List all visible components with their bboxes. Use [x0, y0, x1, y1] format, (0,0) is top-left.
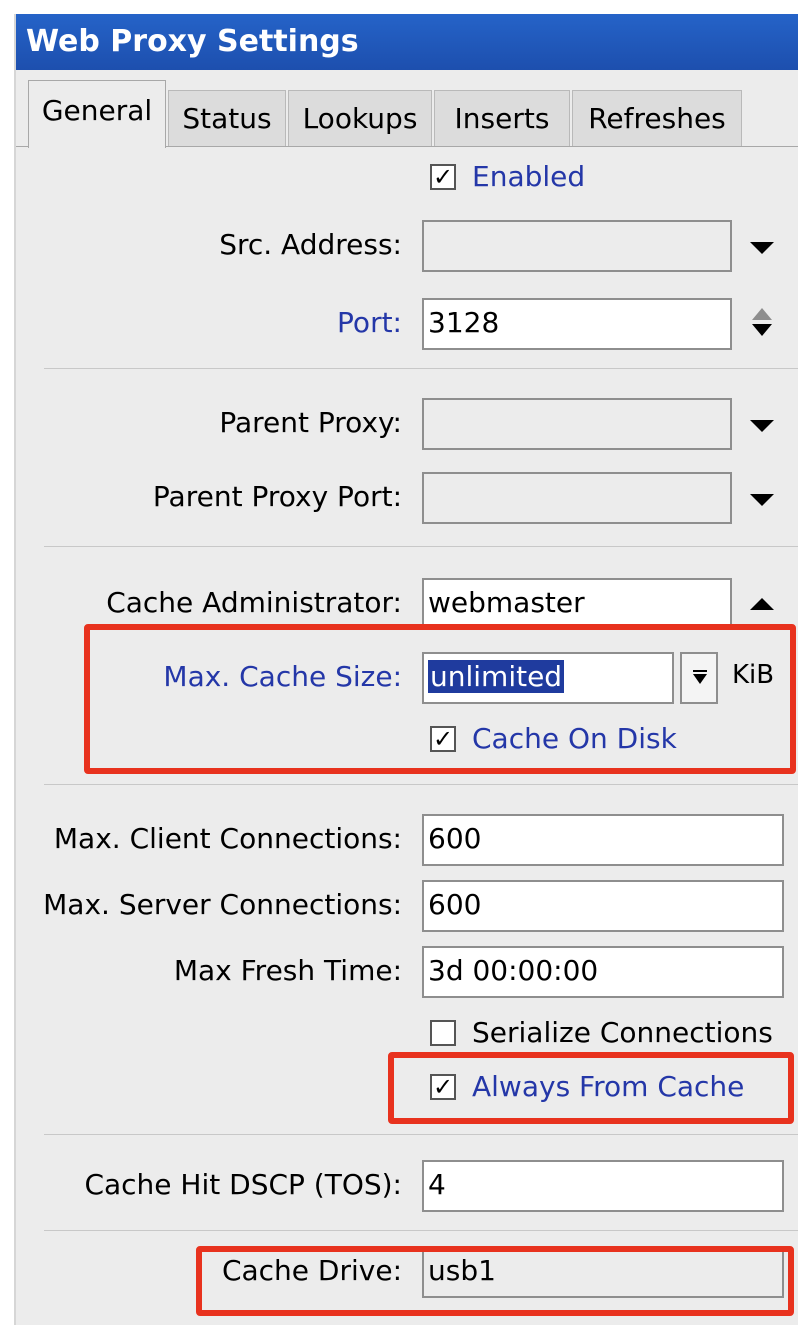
src-address-label: Src. Address:	[219, 228, 402, 261]
port-spinner-icon[interactable]	[752, 308, 776, 338]
highlight-always-from-cache-box	[388, 1052, 794, 1124]
tab-status[interactable]: Status	[168, 90, 286, 146]
separator	[44, 1230, 798, 1231]
cache-administrator-label: Cache Administrator:	[106, 586, 402, 619]
max-client-connections-label: Max. Client Connections:	[53, 822, 402, 855]
port-field[interactable]: 3128	[422, 298, 732, 350]
parent-proxy-port-label: Parent Proxy Port:	[152, 480, 402, 513]
separator	[44, 1134, 798, 1135]
cache-administrator-field[interactable]: webmaster	[422, 578, 732, 630]
parent-proxy-port-field[interactable]	[422, 472, 732, 524]
tab-inserts[interactable]: Inserts	[434, 90, 570, 146]
serialize-connections-checkbox[interactable]	[430, 1020, 456, 1046]
enabled-label: Enabled	[472, 160, 586, 193]
max-client-connections-field[interactable]: 600	[422, 814, 784, 866]
highlight-cache-drive-box	[196, 1246, 794, 1316]
max-server-connections-label: Max. Server Connections:	[43, 888, 402, 921]
parent-proxy-dropdown-icon[interactable]	[750, 420, 774, 432]
enabled-checkbox[interactable]: ✓	[430, 164, 456, 190]
max-server-connections-field[interactable]: 600	[422, 880, 784, 932]
highlight-cache-size-box	[84, 624, 796, 774]
port-label: Port:	[337, 306, 402, 339]
parent-proxy-field[interactable]	[422, 398, 732, 450]
separator	[44, 368, 798, 369]
src-address-dropdown-icon[interactable]	[750, 242, 774, 254]
tab-bar: General Status Lookups Inserts Refreshes	[16, 70, 798, 148]
serialize-connections-label: Serialize Connections	[472, 1016, 773, 1049]
parent-proxy-label: Parent Proxy:	[219, 406, 402, 439]
cache-administrator-collapse-icon[interactable]	[750, 598, 774, 610]
max-fresh-time-field[interactable]: 3d 00:00:00	[422, 946, 784, 998]
src-address-field[interactable]	[422, 220, 732, 272]
tab-lookups[interactable]: Lookups	[288, 90, 432, 146]
separator	[44, 546, 798, 547]
cache-hit-dscp-label: Cache Hit DSCP (TOS):	[84, 1168, 402, 1201]
tab-refreshes[interactable]: Refreshes	[572, 90, 742, 146]
max-fresh-time-label: Max Fresh Time:	[173, 954, 402, 987]
window-title: Web Proxy Settings	[16, 14, 798, 70]
cache-hit-dscp-field[interactable]: 4	[422, 1160, 784, 1212]
parent-proxy-port-dropdown-icon[interactable]	[750, 494, 774, 506]
separator	[44, 784, 798, 785]
tab-general[interactable]: General	[28, 80, 166, 148]
